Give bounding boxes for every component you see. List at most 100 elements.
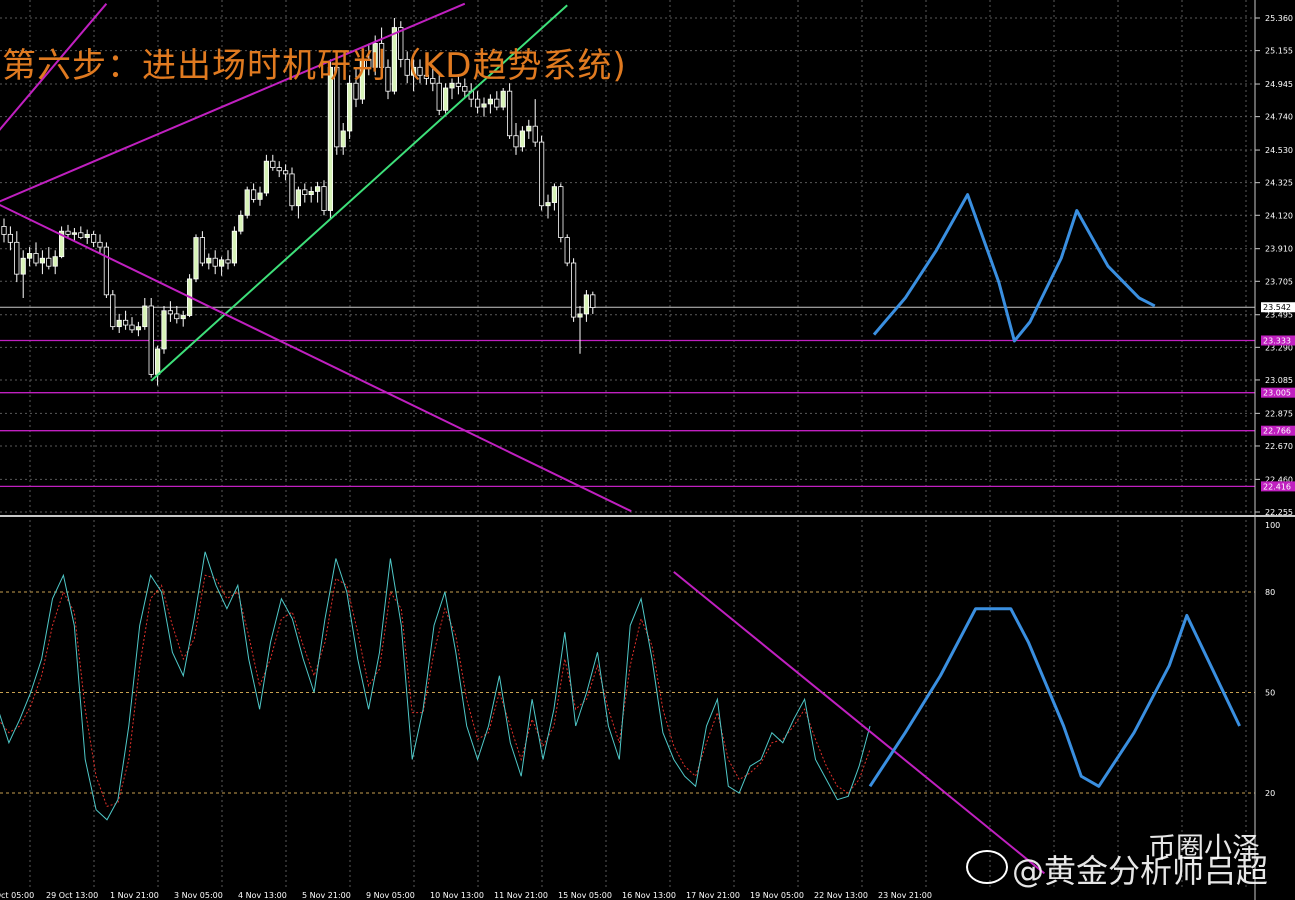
candle-body bbox=[154, 348, 161, 375]
candle-body bbox=[532, 125, 538, 143]
x-tick-label: 9 Nov 05:00 bbox=[366, 891, 415, 900]
candle-body bbox=[282, 170, 289, 175]
candle-body bbox=[65, 230, 71, 235]
candle-body bbox=[52, 256, 58, 267]
price-tick-label: 24.120 bbox=[1265, 211, 1293, 220]
candle-body bbox=[257, 192, 263, 200]
candle-body bbox=[583, 294, 590, 315]
weibo-icon bbox=[966, 850, 1008, 884]
candle-body bbox=[161, 310, 167, 350]
x-tick-label: 28 Oct 05:00 bbox=[0, 891, 34, 900]
price-tick-label: 25.360 bbox=[1265, 14, 1293, 23]
x-tick-label: 11 Nov 21:00 bbox=[494, 891, 548, 900]
candle-body bbox=[545, 202, 551, 207]
candle-body bbox=[551, 186, 558, 203]
price-projection-line bbox=[872, 193, 1156, 343]
price-tick-label: 22.670 bbox=[1265, 442, 1293, 451]
candle-body bbox=[180, 315, 186, 320]
candle-body bbox=[487, 98, 494, 105]
x-tick-label: 5 Nov 21:00 bbox=[302, 891, 351, 900]
candle-body bbox=[174, 313, 180, 320]
price-tick-label: 24.740 bbox=[1265, 113, 1293, 122]
candle-body bbox=[270, 160, 276, 168]
d-line bbox=[0, 574, 871, 808]
candle-body bbox=[321, 186, 327, 211]
candle-body bbox=[39, 257, 46, 264]
candle-body bbox=[302, 189, 308, 195]
candle-body bbox=[206, 257, 212, 264]
candle-body bbox=[481, 103, 487, 108]
candle-body bbox=[97, 241, 103, 248]
candle-body bbox=[14, 241, 20, 275]
x-tick-label: 4 Nov 13:00 bbox=[238, 891, 287, 900]
candle-body bbox=[526, 125, 532, 132]
support-label: 23.005 bbox=[1263, 389, 1291, 398]
candle-body bbox=[7, 233, 13, 243]
candle-body bbox=[442, 87, 449, 111]
candle-body bbox=[1, 226, 7, 235]
candle-body bbox=[78, 232, 84, 238]
watermark-bottom: @黄金分析师吕超 bbox=[1012, 852, 1269, 890]
price-tick-label: 25.155 bbox=[1265, 47, 1293, 56]
candle-body bbox=[71, 232, 77, 235]
x-tick-label: 23 Nov 21:00 bbox=[878, 891, 932, 900]
osc-tick-label: 20 bbox=[1265, 789, 1275, 798]
osc-tick-label: 100 bbox=[1265, 521, 1280, 530]
candle-body bbox=[474, 98, 481, 108]
candle-body bbox=[346, 82, 353, 132]
candle-body bbox=[129, 324, 135, 331]
candle-body bbox=[308, 191, 314, 195]
x-tick-label: 15 Nov 05:00 bbox=[558, 891, 612, 900]
candle-body bbox=[116, 319, 122, 328]
candle-body bbox=[148, 305, 154, 375]
candle-body bbox=[225, 259, 231, 264]
candle-body bbox=[167, 310, 173, 315]
candle-body bbox=[218, 259, 225, 267]
candle-body bbox=[135, 326, 141, 331]
candle-body bbox=[506, 90, 513, 137]
current-price-label: 23.542 bbox=[1263, 303, 1291, 312]
candle-body bbox=[26, 253, 33, 259]
support-label: 23.333 bbox=[1263, 336, 1291, 345]
candle-body bbox=[558, 186, 564, 238]
candle-body bbox=[263, 160, 270, 194]
x-tick-label: 17 Nov 21:00 bbox=[686, 891, 740, 900]
candle-body bbox=[289, 173, 295, 207]
candle-body bbox=[564, 237, 570, 264]
x-tick-label: 19 Nov 05:00 bbox=[750, 891, 804, 900]
candle-body bbox=[539, 141, 545, 207]
support-label: 22.416 bbox=[1263, 482, 1291, 491]
oscillator-panel bbox=[0, 551, 1255, 875]
candle-body bbox=[314, 186, 321, 192]
x-tick-label: 16 Nov 13:00 bbox=[622, 891, 676, 900]
candle-body bbox=[571, 262, 577, 318]
overlay-title: 第六步：进出场时机研判（KD趋势系统) bbox=[2, 46, 627, 86]
candle-body bbox=[199, 237, 205, 264]
candle-body bbox=[500, 90, 506, 108]
candle-body bbox=[212, 257, 218, 267]
candle-body bbox=[577, 313, 583, 318]
x-tick-label: 10 Nov 13:00 bbox=[430, 891, 484, 900]
osc-tick-label: 80 bbox=[1265, 588, 1275, 597]
candle-body bbox=[110, 294, 116, 328]
candle-body bbox=[295, 189, 302, 207]
candle-body bbox=[276, 167, 282, 172]
price-tick-label: 24.530 bbox=[1265, 146, 1293, 155]
candle-body bbox=[20, 257, 26, 275]
price-tick-label: 23.910 bbox=[1265, 245, 1293, 254]
candle-body bbox=[340, 130, 346, 148]
x-tick-label: 22 Nov 13:00 bbox=[814, 891, 868, 900]
candle-body bbox=[513, 135, 519, 148]
candle-body bbox=[244, 189, 250, 216]
candle-body bbox=[33, 253, 39, 264]
candle-body bbox=[123, 319, 129, 326]
candle-body bbox=[250, 189, 257, 200]
candle-body bbox=[231, 230, 237, 264]
x-tick-label: 3 Nov 05:00 bbox=[174, 891, 223, 900]
candle-body bbox=[436, 82, 442, 111]
price-tick-label: 23.085 bbox=[1265, 376, 1293, 385]
price-tick-label: 23.705 bbox=[1265, 277, 1293, 286]
candle-body bbox=[462, 86, 468, 92]
osc-tick-label: 50 bbox=[1265, 689, 1275, 698]
axes: 25.360 25.155 24.945 24.740 24.530 24.325 24.1… bbox=[0, 0, 1295, 900]
